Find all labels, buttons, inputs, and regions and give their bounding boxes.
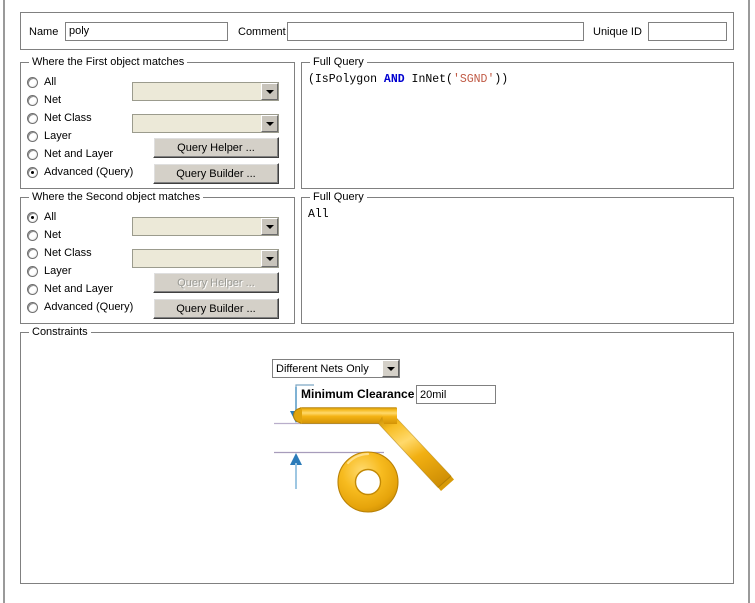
- first-object-net-class-combo[interactable]: [132, 114, 279, 133]
- second-object-option-net-label: Net: [44, 229, 61, 241]
- second-full-query-title: Full Query: [310, 191, 367, 203]
- radio-icon[interactable]: [27, 131, 38, 142]
- chevron-down-icon[interactable]: [382, 360, 399, 377]
- leader-line: [296, 385, 314, 389]
- second-object-option-all[interactable]: All: [27, 208, 56, 226]
- radio-icon[interactable]: [27, 212, 38, 223]
- radio-icon[interactable]: [27, 302, 38, 313]
- radio-icon[interactable]: [27, 95, 38, 106]
- query-token-plain: )): [494, 73, 508, 86]
- comment-input[interactable]: [287, 22, 584, 41]
- first-object-option-all[interactable]: All: [27, 73, 56, 91]
- name-label: Name: [29, 26, 58, 39]
- second-object-group: Where the Second object matches All Net …: [20, 197, 295, 324]
- radio-icon[interactable]: [27, 113, 38, 124]
- radio-icon[interactable]: [27, 284, 38, 295]
- clearance-scope-select[interactable]: Different Nets Only: [272, 359, 400, 378]
- constraints-group-title: Constraints: [29, 326, 91, 338]
- query-token-plain: InNet(: [405, 73, 453, 86]
- radio-icon[interactable]: [27, 230, 38, 241]
- second-object-option-advanced-query[interactable]: Advanced (Query): [27, 298, 133, 316]
- unique-id-label: Unique ID: [593, 26, 642, 39]
- radio-icon[interactable]: [27, 266, 38, 277]
- design-rule-editor-page: Name poly Comment Unique ID Where the Fi…: [6, 0, 748, 603]
- second-object-option-net-and-layer-label: Net and Layer: [44, 283, 113, 295]
- first-full-query-group: Full Query (IsPolygon AND InNet('SGND')): [301, 62, 734, 189]
- second-object-option-net[interactable]: Net: [27, 226, 61, 244]
- first-object-option-net-label: Net: [44, 94, 61, 106]
- chevron-down-icon[interactable]: [261, 115, 278, 132]
- first-object-option-advanced-query[interactable]: Advanced (Query): [27, 163, 133, 181]
- first-object-option-net-class-label: Net Class: [44, 112, 92, 124]
- radio-icon[interactable]: [27, 167, 38, 178]
- first-object-query-builder-button[interactable]: Query Builder ...: [153, 163, 279, 184]
- query-token-keyword: AND: [384, 73, 405, 86]
- second-object-query-builder-button[interactable]: Query Builder ...: [153, 298, 279, 319]
- clearance-diagram: [266, 383, 496, 513]
- second-object-option-all-label: All: [44, 211, 56, 223]
- pcb-via-pad: [338, 452, 398, 512]
- second-object-net-combo[interactable]: [132, 217, 279, 236]
- constraints-group: Constraints Different Nets Only Minimum …: [20, 332, 734, 584]
- second-full-query-text[interactable]: All: [308, 208, 728, 222]
- first-object-option-layer-label: Layer: [44, 130, 72, 142]
- second-object-option-layer[interactable]: Layer: [27, 262, 72, 280]
- query-token-string: 'SGND': [453, 73, 494, 86]
- second-full-query-group: Full Query All: [301, 197, 734, 324]
- first-object-group: Where the First object matches All Net N…: [20, 62, 295, 189]
- chevron-down-icon[interactable]: [261, 83, 278, 100]
- first-object-option-advanced-query-label: Advanced (Query): [44, 166, 133, 178]
- first-object-option-net-class[interactable]: Net Class: [27, 109, 92, 127]
- chevron-down-icon[interactable]: [261, 250, 278, 267]
- second-object-option-net-and-layer[interactable]: Net and Layer: [27, 280, 113, 298]
- second-object-option-advanced-query-label: Advanced (Query): [44, 301, 133, 313]
- second-object-group-title: Where the Second object matches: [29, 191, 203, 203]
- first-object-option-net-and-layer-label: Net and Layer: [44, 148, 113, 160]
- clearance-scope-value: Different Nets Only: [276, 362, 382, 376]
- window-border-right: [748, 0, 750, 603]
- second-object-option-layer-label: Layer: [44, 265, 72, 277]
- radio-icon[interactable]: [27, 149, 38, 160]
- header-group: Name poly Comment Unique ID: [20, 12, 734, 50]
- radio-icon[interactable]: [27, 248, 38, 259]
- unique-id-input[interactable]: [648, 22, 727, 41]
- first-object-option-layer[interactable]: Layer: [27, 127, 72, 145]
- first-full-query-text[interactable]: (IsPolygon AND InNet('SGND')): [308, 73, 728, 87]
- chevron-down-icon[interactable]: [261, 218, 278, 235]
- first-object-net-combo[interactable]: [132, 82, 279, 101]
- first-full-query-title: Full Query: [310, 56, 367, 68]
- second-object-option-net-class[interactable]: Net Class: [27, 244, 92, 262]
- second-object-option-net-class-label: Net Class: [44, 247, 92, 259]
- window-border-left: [3, 0, 5, 603]
- first-object-query-helper-button[interactable]: Query Helper ...: [153, 137, 279, 158]
- second-object-net-class-combo[interactable]: [132, 249, 279, 268]
- radio-icon[interactable]: [27, 77, 38, 88]
- name-input[interactable]: poly: [65, 22, 228, 41]
- second-object-query-helper-button: Query Helper ...: [153, 272, 279, 293]
- first-object-option-all-label: All: [44, 76, 56, 88]
- first-object-option-net-and-layer[interactable]: Net and Layer: [27, 145, 113, 163]
- comment-label: Comment: [238, 26, 286, 39]
- first-object-option-net[interactable]: Net: [27, 91, 61, 109]
- first-object-group-title: Where the First object matches: [29, 56, 187, 68]
- query-token-plain: (IsPolygon: [308, 73, 384, 86]
